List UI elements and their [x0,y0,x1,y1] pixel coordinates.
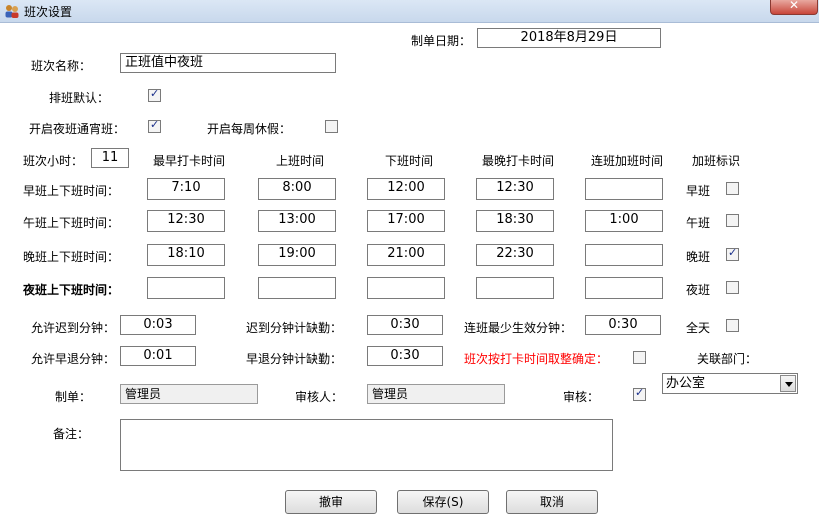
fullday-label: 全天 [686,321,711,335]
evening-latest-input[interactable]: 22:30 [476,244,554,266]
col-header-latest: 最晚打卡时间 [481,154,554,168]
form-panel: 制单日期： 2018年8月29日 班次名称： 正班值中夜班 排班默认： ✓ 开启… [3,23,815,526]
round-clock-label: 班次按打卡时间取整确定： [464,352,609,366]
weekly-leave-label: 开启每周休假： [207,122,292,136]
night-ot-flag-checkbox[interactable] [726,281,739,294]
remark-textarea[interactable] [120,419,613,471]
night-overnight-label: 开启夜班通宵班： [29,122,126,136]
shift-name-input[interactable]: 正班值中夜班 [120,53,336,73]
noon-earliest-input[interactable]: 12:30 [147,210,225,232]
night-latest-input[interactable] [476,277,554,299]
early-allow-input[interactable]: 0:01 [120,346,196,366]
shift-hours-input[interactable]: 11 [91,148,129,168]
window-title: 班次设置 [24,5,73,19]
check-mark-icon: ✓ [150,87,160,100]
col-header-ot-flag: 加班标识 [691,154,740,168]
night-start-input[interactable] [258,277,336,299]
reviewer-label: 审核人： [295,390,344,404]
maker-field: 管理员 [120,384,258,404]
morning-shift-label: 早班上下班时间： [23,184,120,198]
morning-start-input[interactable]: 8:00 [258,178,336,200]
late-allow-input[interactable]: 0:03 [120,315,196,335]
audit-checkbox[interactable]: ✓ [633,386,646,401]
night-continuous-ot-input[interactable] [585,277,663,299]
default-schedule-label: 排班默认： [49,91,110,105]
evening-ot-flag-checkbox[interactable]: ✓ [726,246,739,261]
evening-continuous-ot-input[interactable] [585,244,663,266]
evening-end-input[interactable]: 21:00 [367,244,445,266]
fullday-checkbox[interactable] [726,319,739,332]
noon-end-input[interactable]: 17:00 [367,210,445,232]
evening-shift-label: 晚班上下班时间： [23,250,120,264]
night-end-input[interactable] [367,277,445,299]
chevron-down-icon[interactable] [780,375,796,392]
unaudit-button[interactable]: 撤审 [285,490,377,514]
title-bar: 班次设置 ✕ [0,0,819,23]
check-mark-icon: ✓ [635,386,645,399]
dept-select[interactable]: 办公室 [662,373,798,394]
morning-earliest-input[interactable]: 7:10 [147,178,225,200]
round-clock-checkbox[interactable] [633,351,646,364]
date-label: 制单日期： [411,34,472,48]
evening-earliest-input[interactable]: 18:10 [147,244,225,266]
check-mark-icon: ✓ [150,118,160,131]
check-mark-icon: ✓ [728,246,738,259]
morning-end-input[interactable]: 12:00 [367,178,445,200]
noon-ot-flag-label: 午班 [686,216,711,230]
noon-ot-flag-checkbox[interactable] [726,214,739,227]
dept-select-value: 办公室 [666,376,706,391]
shift-settings-window: 班次设置 ✕ 制单日期： 2018年8月29日 班次名称： 正班值中夜班 排班默… [0,0,819,529]
min-continuous-label: 连班最少生效分钟： [464,321,573,335]
col-header-end: 下班时间 [384,154,433,168]
save-button[interactable]: 保存(S) [397,490,489,514]
maker-label: 制单： [55,390,92,404]
late-allow-label: 允许迟到分钟： [31,321,116,335]
early-absent-input[interactable]: 0:30 [367,346,443,366]
early-allow-label: 允许早退分钟： [31,352,116,366]
night-ot-flag-label: 夜班 [686,283,711,297]
late-absent-input[interactable]: 0:30 [367,315,443,335]
date-field[interactable]: 2018年8月29日 [477,28,661,48]
close-button[interactable]: ✕ [770,0,818,15]
early-absent-label: 早退分钟计缺勤： [246,352,343,366]
noon-continuous-ot-input[interactable]: 1:00 [585,210,663,232]
weekly-leave-checkbox[interactable] [325,120,338,133]
night-shift-label: 夜班上下班时间： [23,283,120,297]
shift-hours-label: 班次小时： [23,154,84,168]
night-overnight-checkbox[interactable]: ✓ [148,118,161,133]
morning-ot-flag-checkbox[interactable] [726,182,739,195]
noon-shift-label: 午班上下班时间： [23,216,120,230]
night-earliest-input[interactable] [147,277,225,299]
col-header-earliest: 最早打卡时间 [152,154,225,168]
min-continuous-input[interactable]: 0:30 [585,315,661,335]
default-schedule-checkbox[interactable]: ✓ [148,87,161,102]
noon-start-input[interactable]: 13:00 [258,210,336,232]
col-header-start: 上班时间 [275,154,324,168]
evening-start-input[interactable]: 19:00 [258,244,336,266]
morning-latest-input[interactable]: 12:30 [476,178,554,200]
evening-ot-flag-label: 晚班 [686,250,711,264]
dept-label: 关联部门： [697,352,758,366]
morning-continuous-ot-input[interactable] [585,178,663,200]
audit-label: 审核： [563,390,600,404]
reviewer-field: 管理员 [367,384,505,404]
noon-latest-input[interactable]: 18:30 [476,210,554,232]
remark-label: 备注： [53,427,90,441]
late-absent-label: 迟到分钟计缺勤： [246,321,343,335]
morning-ot-flag-label: 早班 [686,184,711,198]
cancel-button[interactable]: 取消 [506,490,598,514]
shift-name-label: 班次名称： [31,59,92,73]
users-icon [5,5,19,18]
close-icon: ✕ [789,0,800,12]
